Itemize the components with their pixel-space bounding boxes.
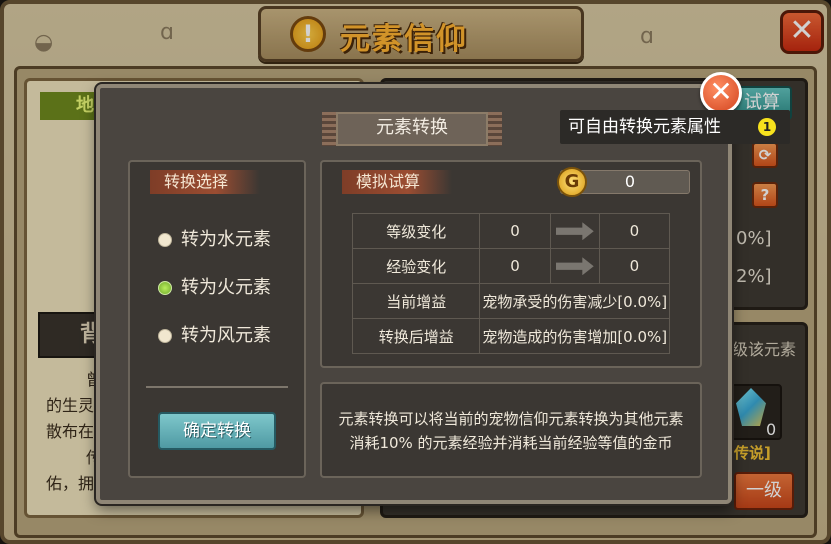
to-value: 0 bbox=[598, 213, 671, 249]
close-dialog-button[interactable]: ✕ bbox=[700, 72, 742, 114]
simulate-label: 模拟试算 bbox=[342, 170, 452, 194]
title-pipe-right bbox=[488, 112, 502, 146]
option-wind-label[interactable]: 转为风元素 bbox=[181, 324, 271, 348]
radio-wind[interactable] bbox=[158, 329, 172, 343]
simulation-table: 等级变化 0 0 经验变化 0 0 当前增益 宠物承受的伤害减少[0.0%] 转… bbox=[351, 213, 671, 354]
convert-select-label: 转换选择 bbox=[150, 170, 260, 194]
table-row: 等级变化 0 0 bbox=[351, 213, 671, 249]
from-value: 0 bbox=[479, 248, 551, 284]
option-fire-label[interactable]: 转为火元素 bbox=[181, 276, 271, 300]
arrow-right-icon bbox=[549, 248, 600, 284]
row-value: 宠物承受的伤害减少[0.0%] bbox=[479, 283, 670, 319]
tooltip: 可自由转换元素属性 bbox=[560, 110, 790, 144]
from-value: 0 bbox=[479, 213, 551, 249]
row-name: 经验变化 bbox=[351, 248, 481, 284]
row-value: 宠物造成的伤害增加[0.0%] bbox=[479, 318, 670, 354]
row-name: 等级变化 bbox=[351, 213, 481, 249]
dialog-title: 元素转换 bbox=[376, 117, 448, 138]
row-name: 当前增益 bbox=[351, 283, 481, 319]
title-pipe-left bbox=[322, 112, 336, 146]
divider bbox=[146, 386, 288, 388]
row-name: 转换后增益 bbox=[351, 318, 481, 354]
table-row: 当前增益 宠物承受的伤害减少[0.0%] bbox=[351, 283, 670, 319]
table-row: 经验变化 0 0 bbox=[351, 248, 671, 284]
confirm-convert-button[interactable]: 确定转换 bbox=[158, 412, 276, 450]
radio-fire[interactable] bbox=[158, 281, 172, 295]
description-line: 消耗10% 的元素经验并消耗当前经验等值的金币 bbox=[349, 434, 673, 452]
gold-coin-icon: G bbox=[557, 167, 587, 197]
arrow-right-icon bbox=[549, 213, 600, 249]
radio-water[interactable] bbox=[158, 233, 172, 247]
to-value: 0 bbox=[598, 248, 671, 284]
description-panel bbox=[320, 382, 702, 478]
option-water-label[interactable]: 转为水元素 bbox=[181, 228, 271, 252]
tooltip-badge: 1 bbox=[758, 118, 776, 136]
gold-cost-value: 0 bbox=[624, 172, 636, 191]
description-line: 元素转换可以将当前的宠物信仰元素转换为其他元素 bbox=[338, 410, 684, 428]
table-row: 转换后增益 宠物造成的伤害增加[0.0%] bbox=[351, 318, 670, 354]
